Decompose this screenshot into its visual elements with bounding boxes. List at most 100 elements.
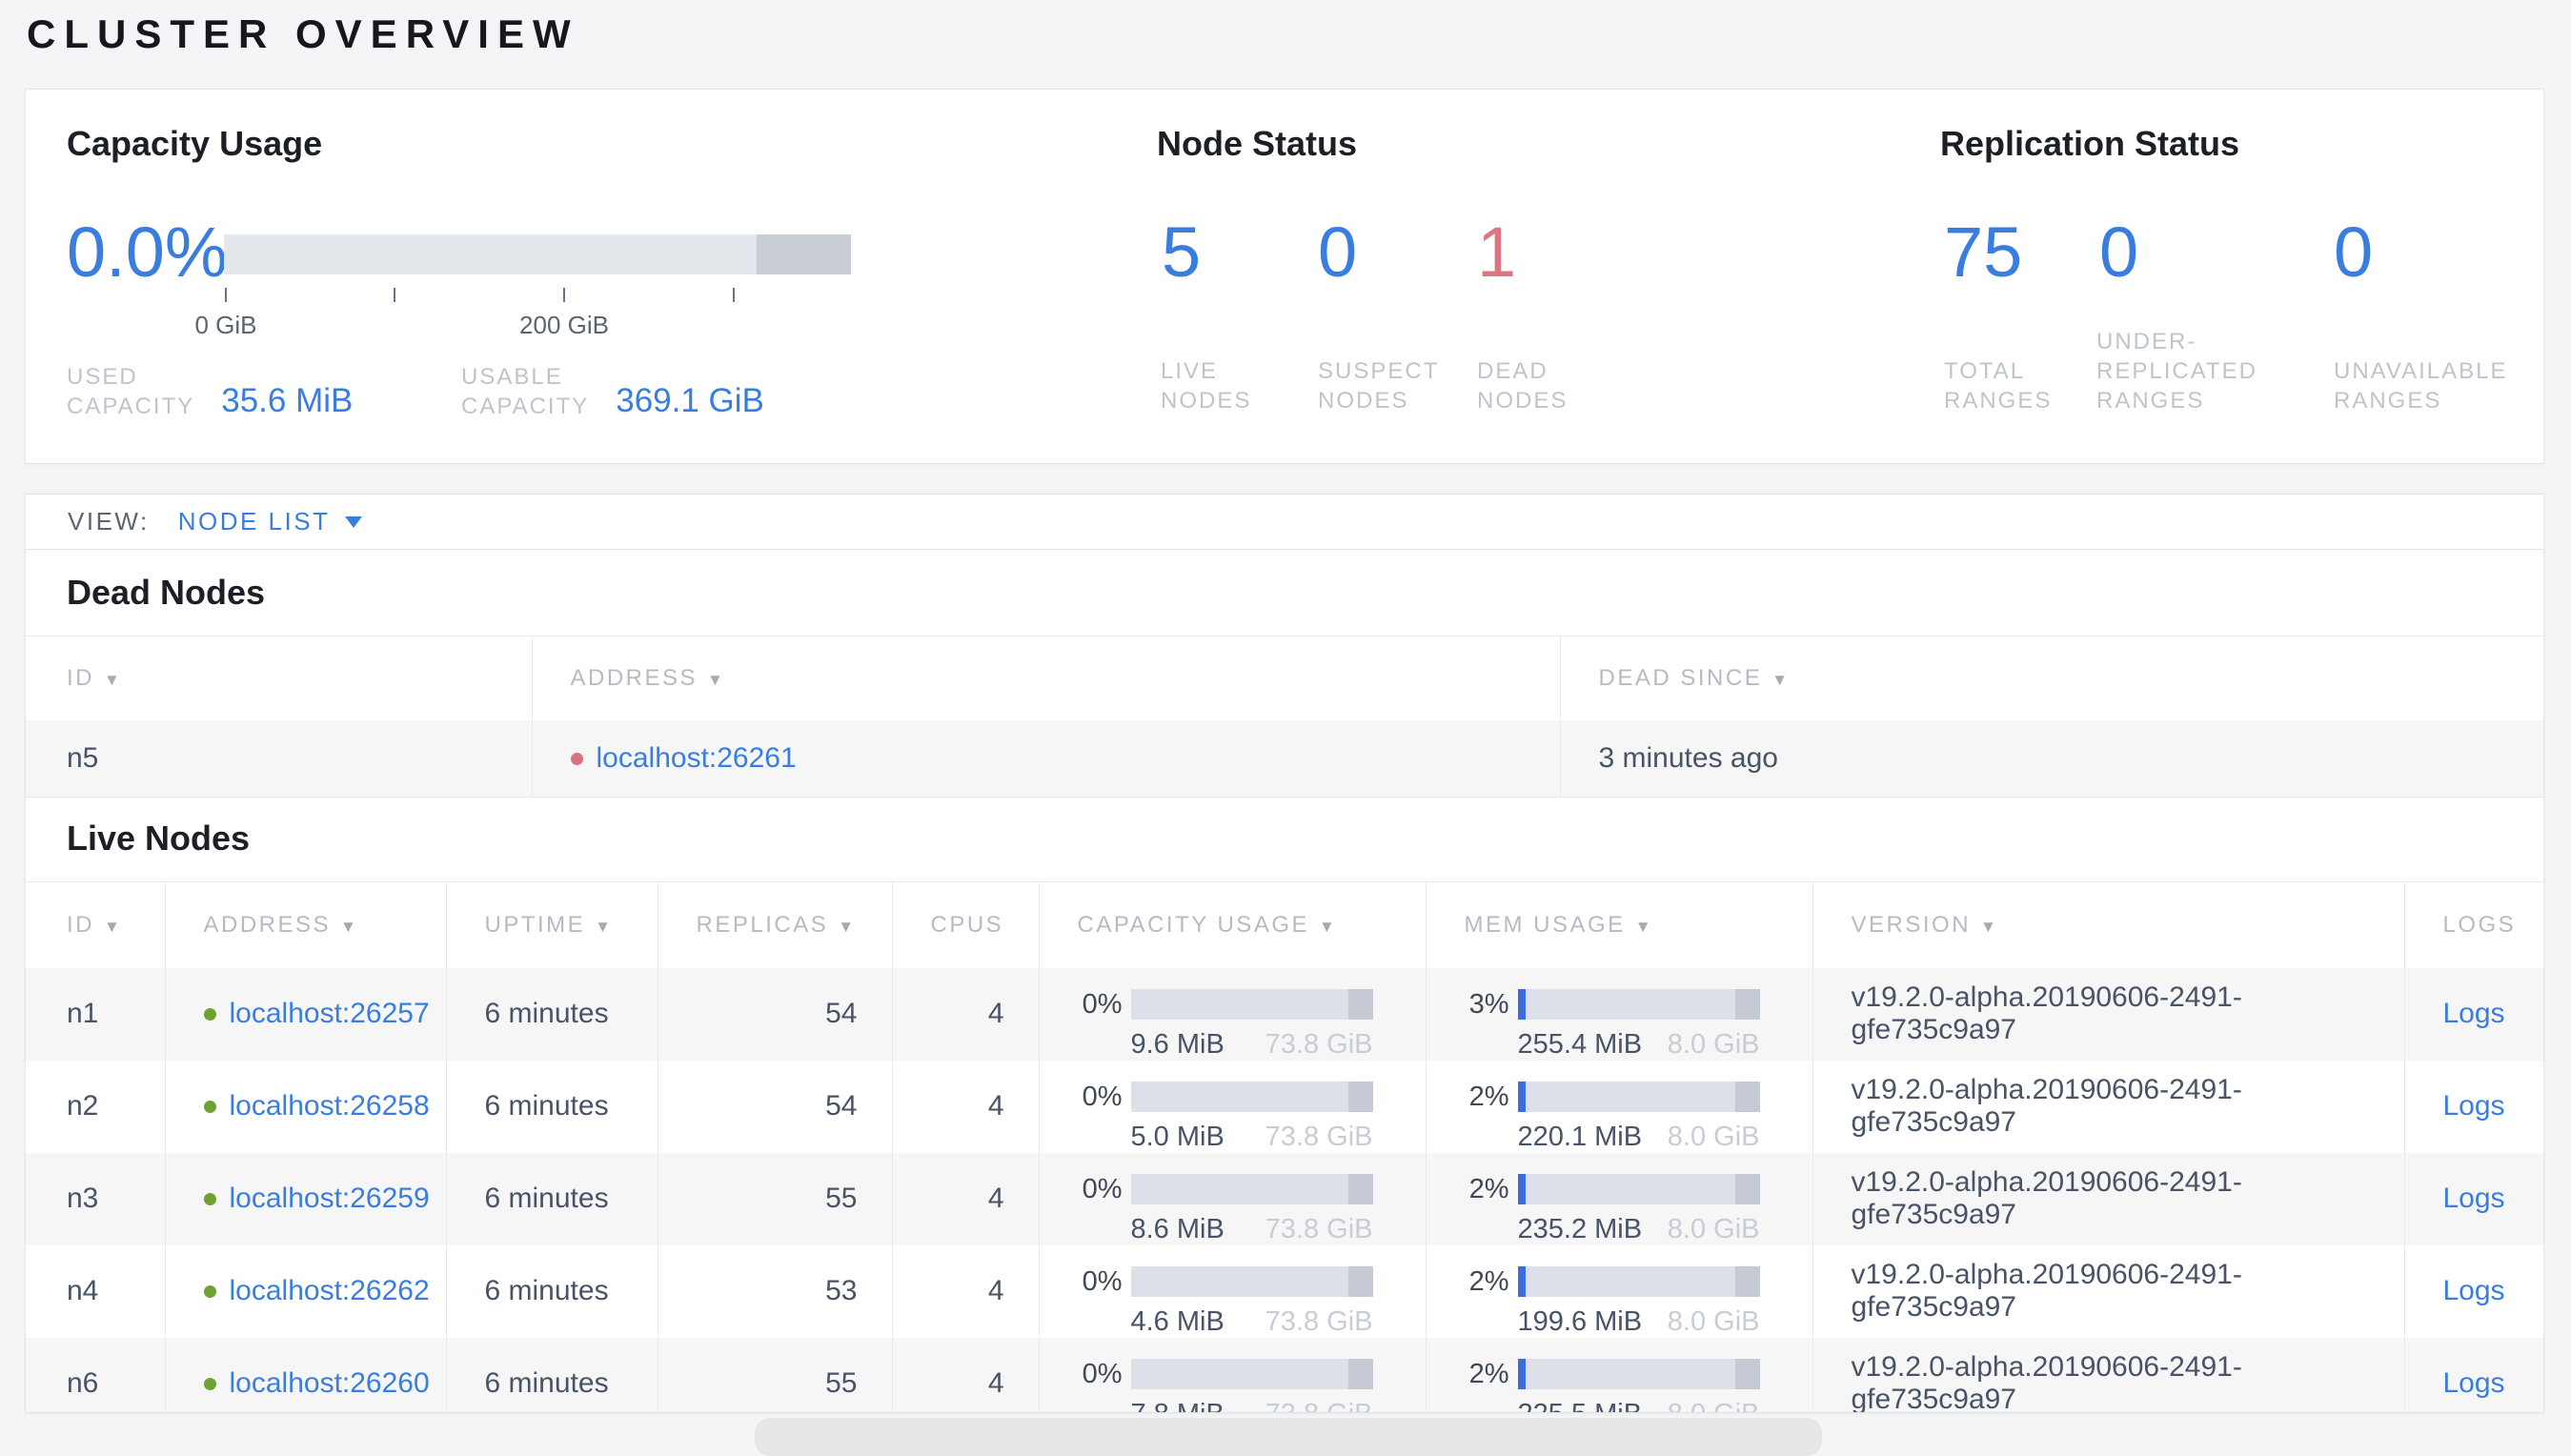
address-cell: localhost:26257 [165, 967, 447, 1061]
capacity-usage-widget: 0% 9.6 MiB 73.8 GiB [1040, 968, 1373, 1061]
capacity-usage-bar-reserved-segment [1347, 1174, 1373, 1204]
column-header-id[interactable]: ID ▼ [26, 881, 166, 968]
logs-link[interactable]: Logs [2443, 1367, 2505, 1399]
suspect-nodes-label: SUSPECT NODES [1318, 358, 1440, 414]
column-header-label: ADDRESS [570, 664, 698, 691]
replicas-cell: 55 [658, 1152, 893, 1245]
node-address-link[interactable]: localhost:26260 [230, 1367, 430, 1399]
mem-usage-bar-fill [1517, 989, 1526, 1020]
capacity-usage-bar-reserved-segment [1347, 1359, 1373, 1389]
address-cell: localhost:26258 [165, 1060, 447, 1153]
dead-nodes-count: 1 [1477, 212, 1517, 292]
column-header-id[interactable]: ID ▼ [26, 636, 533, 720]
column-header-label: VERSION [1851, 911, 1972, 938]
unavailable-ranges-label: UNAVAILABLE RANGES [2334, 358, 2508, 414]
mem-usage-percent: 2% [1468, 1081, 1509, 1112]
live-nodes-table-body: n1 localhost:26257 6 minutes 54 4 0% 9.6 MiB 73… [26, 967, 2543, 1413]
logs-link[interactable]: Logs [2443, 998, 2505, 1029]
address-cell: localhost:26260 [165, 1337, 447, 1412]
node-address-link[interactable]: localhost:26257 [230, 998, 430, 1029]
mem-usage-used-value: 225.5 MiB [1518, 1399, 1643, 1413]
cpus-cell: 4 [892, 1060, 1040, 1153]
node-id-cell: n3 [26, 1152, 166, 1245]
usable-capacity-value: 369.1 GiB [616, 382, 764, 419]
capacity-usage-used-value: 7.8 MiB [1131, 1399, 1225, 1413]
column-header-address[interactable]: ADDRESS ▼ [165, 881, 447, 968]
node-address-link[interactable]: localhost:26262 [230, 1275, 430, 1306]
under-replicated-ranges-count: 0 [2099, 212, 2139, 292]
mem-usage-bar-fill [1517, 1359, 1526, 1389]
dead-node-row: n5 localhost:26261 3 minutes ago [26, 719, 2543, 798]
axis-tick [394, 288, 395, 302]
mem-usage-widget: 3% 255.4 MiB 8.0 GiB [1427, 968, 1760, 1061]
mem-usage-bar-reserved-segment [1734, 1266, 1760, 1297]
used-capacity-label: USED CAPACITY [67, 364, 195, 419]
address-cell: localhost:26262 [165, 1244, 447, 1338]
capacity-usage-cell: 0% 9.6 MiB 73.8 GiB [1039, 967, 1427, 1061]
capacity-usage-used-value: 4.6 MiB [1130, 1305, 1225, 1337]
used-capacity-value: 35.6 MiB [221, 382, 354, 419]
node-address-link[interactable]: localhost:26259 [230, 1183, 430, 1214]
live-status-dot-icon [203, 1285, 216, 1298]
column-header-version[interactable]: VERSION ▼ [1812, 881, 2405, 968]
replicas-cell: 54 [658, 967, 893, 1061]
view-dropdown[interactable]: NODE LIST [178, 507, 363, 536]
mem-usage-total-value: 8.0 GiB [1667, 1121, 1760, 1152]
live-status-dot-icon [203, 1101, 216, 1113]
cpus-cell: 4 [892, 967, 1040, 1061]
live-nodes-label: LIVE NODES [1161, 358, 1252, 414]
sort-desc-icon: ▼ [838, 917, 857, 936]
version-cell: v19.2.0-alpha.20190606-2491-gfe735c9a97 [1812, 1244, 2405, 1338]
version-cell: v19.2.0-alpha.20190606-2491-gfe735c9a97 [1812, 1060, 2405, 1153]
mem-usage-bar [1517, 1082, 1760, 1112]
capacity-usage-percent: 0.0% [67, 212, 228, 292]
capacity-usage-widget: 0% 5.0 MiB 73.8 GiB [1040, 1061, 1373, 1153]
node-address-link[interactable]: localhost:26261 [597, 742, 797, 774]
capacity-usage-total-value: 73.8 GiB [1265, 1028, 1373, 1060]
sort-desc-icon: ▼ [1771, 670, 1791, 689]
dead-status-dot-icon [570, 752, 583, 765]
replication-status-title: Replication Status [1940, 124, 2240, 163]
dead-nodes-table: ID ▼ ADDRESS ▼ DEAD SINCE ▼ n5 localhost:26261… [26, 636, 2543, 798]
dead-nodes-heading: Dead Nodes [67, 573, 266, 612]
mem-usage-total-value: 8.0 GiB [1667, 1028, 1760, 1060]
column-header-uptime[interactable]: UPTIME ▼ [446, 881, 658, 968]
logs-link[interactable]: Logs [2443, 1275, 2505, 1306]
mem-usage-cell: 2% 199.6 MiB 8.0 GiB [1426, 1244, 1813, 1338]
mem-usage-used-value: 255.4 MiB [1517, 1028, 1643, 1060]
logs-cell: Logs [2404, 1153, 2543, 1245]
column-header-mem-usage[interactable]: MEM USAGE ▼ [1426, 881, 1813, 968]
column-header-replicas[interactable]: REPLICAS ▼ [658, 881, 893, 968]
column-header-label: DEAD SINCE [1598, 664, 1763, 691]
unavailable-ranges-count: 0 [2334, 212, 2374, 292]
logs-link[interactable]: Logs [2443, 1183, 2505, 1214]
capacity-usage-widget: 0% 4.6 MiB 73.8 GiB [1040, 1245, 1373, 1338]
column-header-capacity-usage[interactable]: CAPACITY USAGE ▼ [1039, 881, 1427, 968]
logs-cell: Logs [2404, 1245, 2543, 1338]
capacity-usage-bar [1130, 1082, 1373, 1112]
logs-link[interactable]: Logs [2443, 1090, 2505, 1122]
address-cell: localhost:26259 [165, 1152, 447, 1245]
view-selector-bar: VIEW: NODE LIST [26, 495, 2543, 550]
capacity-usage-percent: 0% [1082, 988, 1123, 1020]
mem-usage-bar [1517, 1266, 1760, 1297]
mem-usage-total-value: 8.0 GiB [1667, 1305, 1760, 1337]
mem-usage-bar-fill [1517, 1266, 1526, 1297]
capacity-usage-used-value: 9.6 MiB [1130, 1028, 1225, 1060]
mem-usage-bar [1517, 1174, 1760, 1204]
node-address-link[interactable]: localhost:26258 [230, 1090, 430, 1122]
node-id-cell: n5 [26, 719, 533, 798]
sort-desc-icon: ▼ [1980, 917, 1999, 936]
mem-usage-widget: 2% 220.1 MiB 8.0 GiB [1427, 1061, 1760, 1153]
page-title: CLUSTER OVERVIEW [27, 11, 579, 56]
capacity-usage-cell: 0% 4.6 MiB 73.8 GiB [1039, 1244, 1427, 1338]
uptime-cell: 6 minutes [446, 1244, 658, 1338]
column-header-dead-since[interactable]: DEAD SINCE ▼ [1560, 636, 2543, 720]
capacity-usage-bar-reserved-segment [1347, 1082, 1373, 1112]
capacity-usage-bar: 0 GiB 200 GiB [194, 234, 851, 339]
column-header-address[interactable]: ADDRESS ▼ [532, 636, 1561, 720]
column-header-label: REPLICAS [696, 911, 829, 938]
dead-since-cell: 3 minutes ago [1598, 741, 1778, 774]
mem-usage-used-value: 235.2 MiB [1517, 1213, 1643, 1244]
mem-usage-used-value: 220.1 MiB [1517, 1121, 1643, 1152]
